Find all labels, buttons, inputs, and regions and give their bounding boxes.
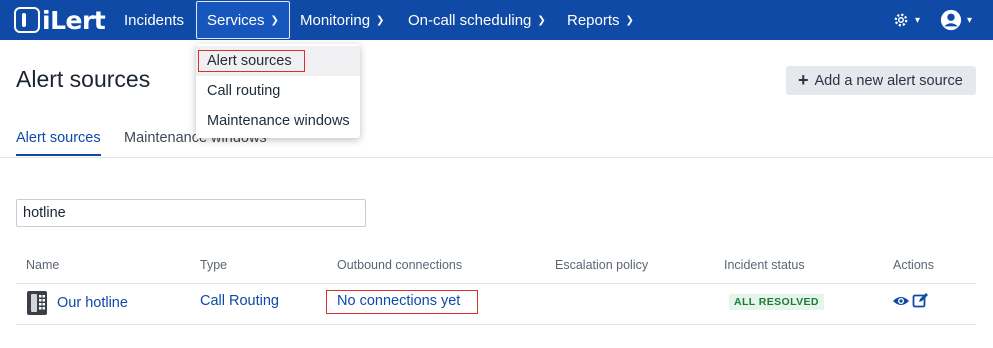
top-navbar: iLert Incidents Services ❯ Monitoring ❯ …	[0, 0, 993, 40]
chevron-down-icon: ❯	[537, 14, 546, 26]
logo-icon	[14, 7, 40, 33]
nav-monitoring[interactable]: Monitoring ❯	[300, 0, 384, 40]
user-menu[interactable]: ▾	[940, 0, 972, 40]
app-logo[interactable]: iLert	[14, 5, 106, 35]
column-header-type: Type	[200, 258, 228, 272]
nav-incidents-label: Incidents	[124, 11, 185, 29]
tab-bar: Alert sources Maintenance windows	[0, 126, 993, 158]
status-badge: ALL RESOLVED	[729, 294, 824, 310]
page-title: Alert sources	[16, 66, 151, 92]
search-input[interactable]	[16, 199, 366, 227]
nav-incidents[interactable]: Incidents	[124, 0, 184, 40]
column-header-status: Incident status	[724, 258, 805, 272]
table-row-divider	[16, 324, 976, 325]
phone-icon	[27, 291, 47, 315]
status-badge-label: ALL RESOLVED	[734, 296, 819, 308]
highlight-box	[326, 290, 478, 314]
logo-text: iLert	[42, 5, 106, 35]
nav-reports[interactable]: Reports ❯	[567, 0, 634, 40]
column-header-outbound: Outbound connections	[337, 258, 463, 272]
tab-label: Alert sources	[16, 130, 101, 146]
nav-reports-label: Reports	[567, 11, 620, 29]
column-header-actions: Actions	[893, 258, 934, 272]
edit-icon[interactable]	[912, 292, 929, 309]
eye-icon[interactable]	[892, 294, 910, 308]
tab-alert-sources[interactable]: Alert sources	[16, 130, 101, 156]
table-header-divider	[16, 283, 976, 284]
nav-services-label: Services	[207, 11, 265, 29]
alert-source-name-link[interactable]: Our hotline	[57, 295, 128, 311]
alert-source-type-link[interactable]: Call Routing	[200, 293, 279, 309]
add-button-label: Add a new alert source	[814, 72, 963, 89]
dropdown-item-label: Call routing	[207, 83, 281, 99]
column-header-escalation: Escalation policy	[555, 258, 649, 272]
chevron-down-icon: ❯	[625, 14, 634, 26]
dropdown-item-label: Maintenance windows	[207, 113, 350, 129]
add-alert-source-button[interactable]: + Add a new alert source	[786, 66, 976, 95]
nav-monitoring-label: Monitoring	[300, 11, 371, 29]
chevron-down-icon: ❯	[270, 14, 279, 26]
chevron-down-icon: ▾	[915, 14, 921, 26]
settings-menu[interactable]: ▾	[892, 0, 920, 40]
dropdown-item-call-routing[interactable]: Call routing	[196, 76, 360, 106]
column-header-name: Name	[26, 258, 60, 272]
chevron-down-icon: ▾	[967, 14, 973, 26]
gear-icon	[894, 13, 908, 27]
nav-oncall-label: On-call scheduling	[408, 11, 532, 29]
nav-services[interactable]: Services ❯	[196, 1, 290, 39]
nav-oncall[interactable]: On-call scheduling ❯	[408, 0, 546, 40]
dropdown-item-maintenance-windows[interactable]: Maintenance windows	[196, 106, 360, 136]
user-avatar-icon	[940, 9, 962, 31]
chevron-down-icon: ❯	[376, 14, 385, 26]
plus-icon: +	[798, 70, 809, 90]
highlight-box	[198, 50, 305, 72]
